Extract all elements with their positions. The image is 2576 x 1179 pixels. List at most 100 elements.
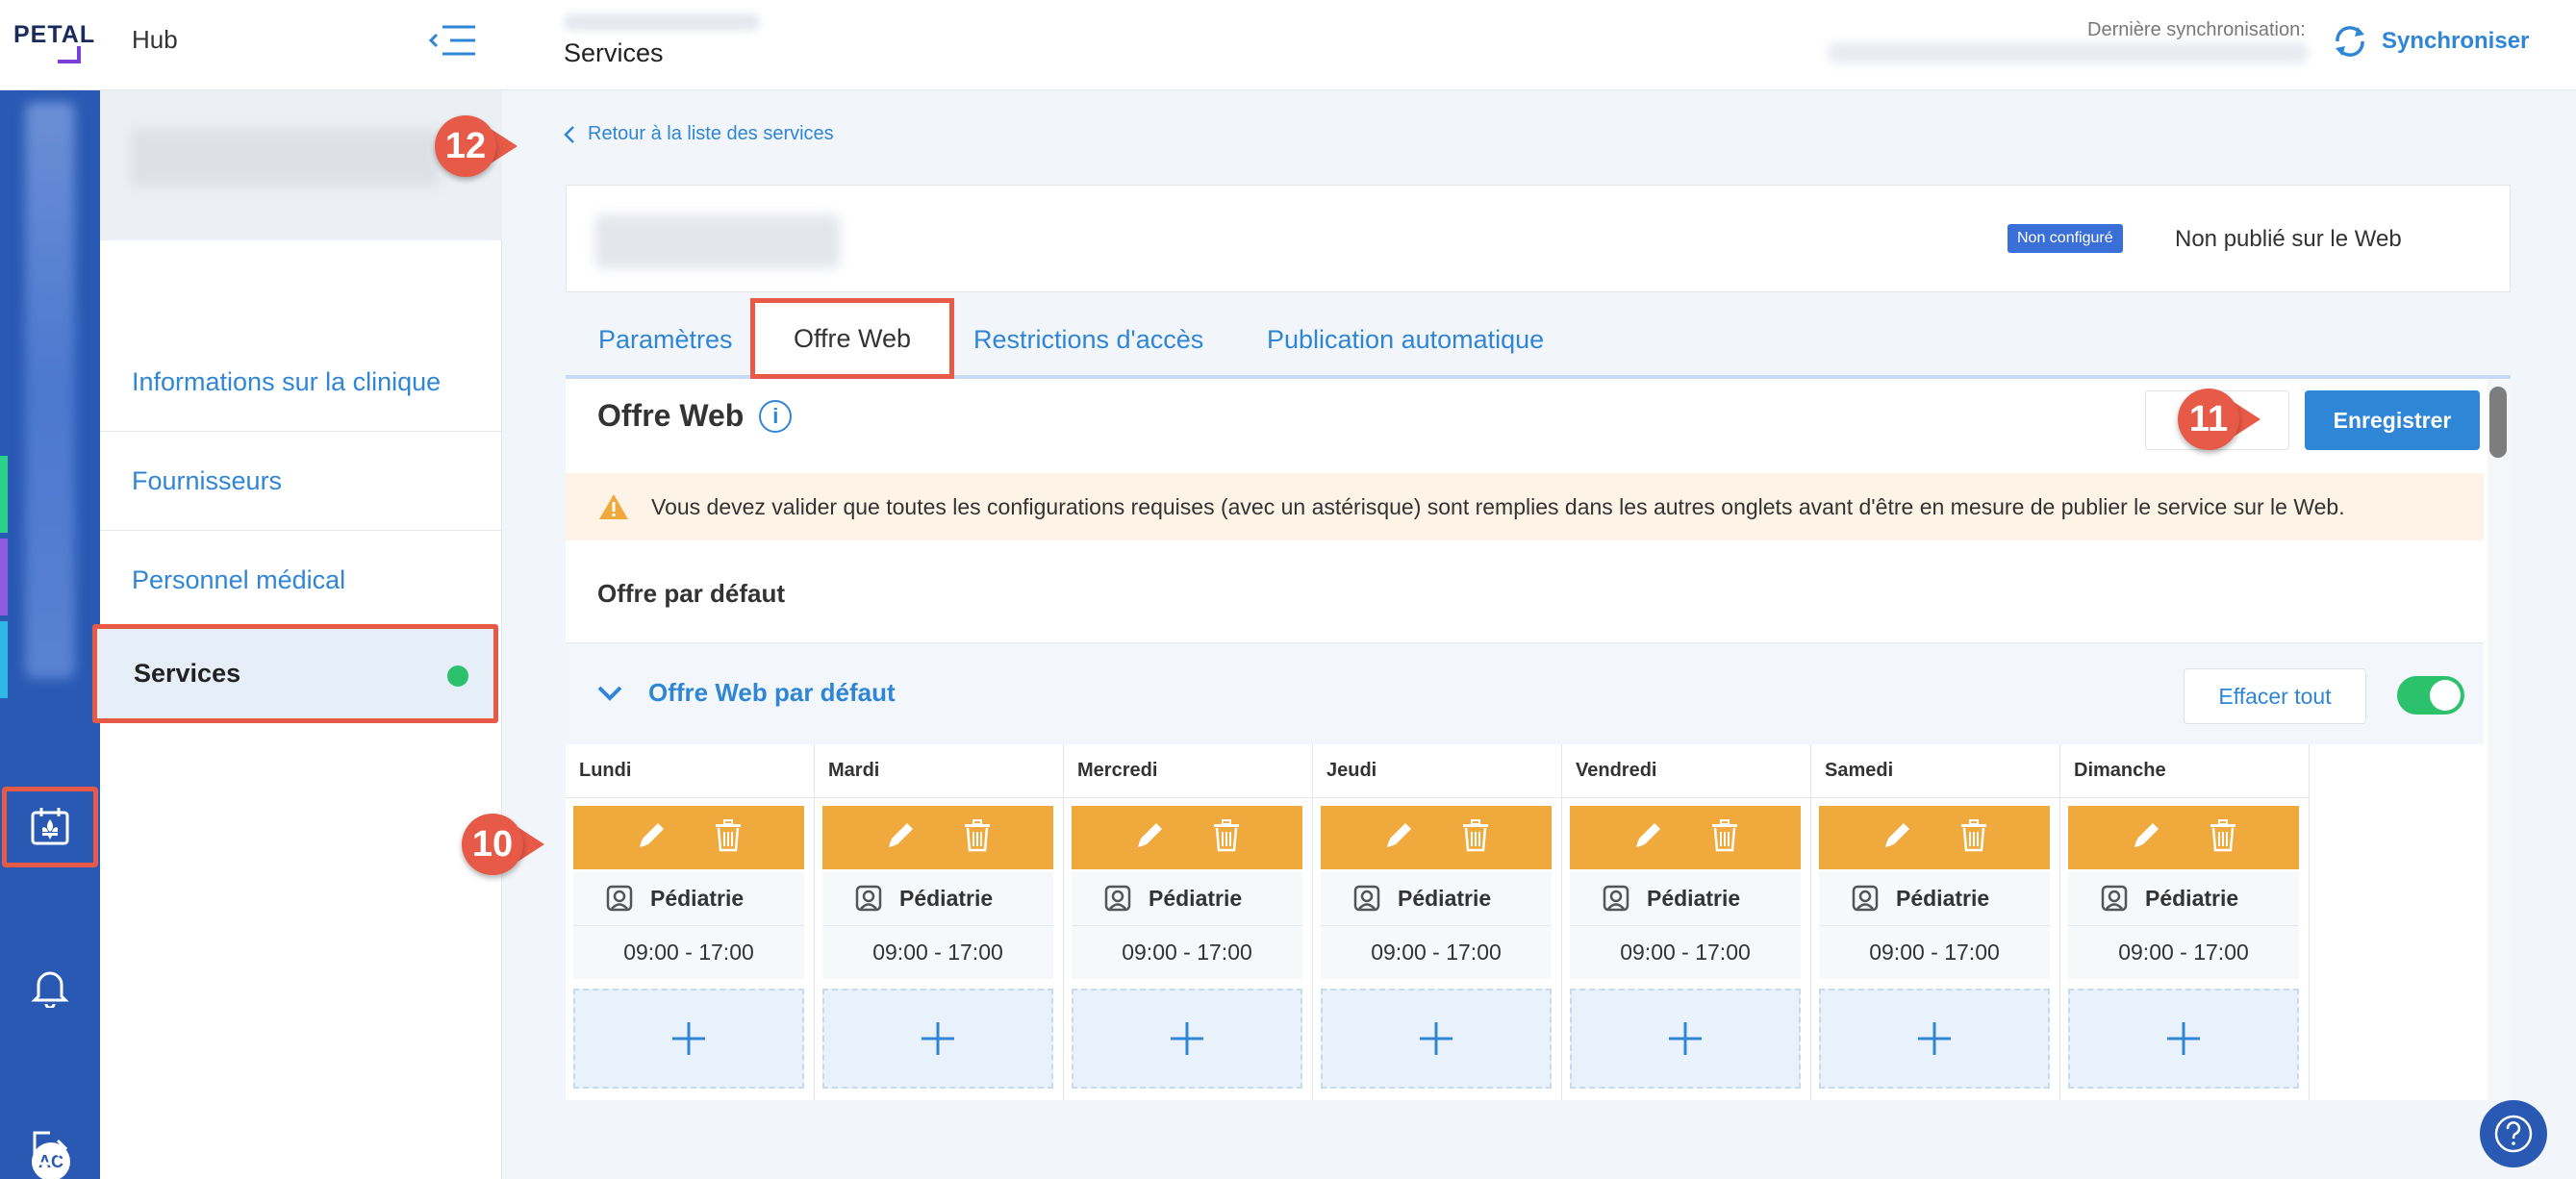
redacted-rail-icons bbox=[25, 102, 75, 679]
icon-rail: AC bbox=[0, 90, 100, 1179]
trash-icon bbox=[1712, 818, 1737, 851]
callout-number: 10 bbox=[462, 814, 523, 875]
warning-banner: Vous devez valider que toutes les config… bbox=[566, 473, 2484, 540]
sidebar-item-medical-staff[interactable]: Personnel médical bbox=[100, 531, 502, 630]
scrollbar-track[interactable] bbox=[2488, 379, 2511, 1100]
panel-title-text: Offre Web bbox=[597, 398, 745, 433]
add-slot-button[interactable] bbox=[1570, 989, 1801, 1089]
edit-slot-button[interactable] bbox=[1382, 819, 1415, 857]
back-link-label: Retour à la liste des services bbox=[588, 123, 834, 144]
clear-all-button[interactable]: Effacer tout bbox=[2184, 668, 2366, 724]
add-slot-button[interactable] bbox=[1321, 989, 1552, 1089]
delete-slot-button[interactable] bbox=[1212, 818, 1241, 857]
day-column: Mardi Pédiatrie 09:00 - 17:00 bbox=[815, 744, 1064, 1100]
callout-10: 10 bbox=[462, 814, 544, 875]
tab-offre-web[interactable]: Offre Web bbox=[750, 298, 954, 379]
slot-service-label: Pédiatrie bbox=[1149, 885, 1243, 911]
slot-actions bbox=[2068, 806, 2299, 869]
day-header: Mardi bbox=[815, 744, 1064, 798]
edit-slot-button[interactable] bbox=[635, 819, 668, 857]
help-button[interactable] bbox=[2480, 1100, 2547, 1167]
petal-logo[interactable]: PETAL bbox=[13, 21, 94, 63]
slot-time: 09:00 - 17:00 bbox=[1570, 925, 1801, 979]
delete-slot-button[interactable] bbox=[1959, 818, 1988, 857]
rail-item-services[interactable] bbox=[2, 787, 98, 867]
add-slot-button[interactable] bbox=[1072, 989, 1302, 1089]
day-column: Samedi Pédiatrie 09:00 - 17:00 bbox=[1811, 744, 2060, 1100]
edit-slot-button[interactable] bbox=[1133, 819, 1166, 857]
slot-actions bbox=[1570, 806, 1801, 869]
add-slot-button[interactable] bbox=[573, 989, 804, 1089]
plus-icon bbox=[1420, 1022, 1452, 1055]
weekly-schedule: Lundi Pédiatrie 09:00 - 17:00 Mardi Pédiatri… bbox=[566, 744, 2484, 1100]
day-column: Vendredi Pédiatrie 09:00 - 17:00 bbox=[1562, 744, 1811, 1100]
toggle-knob bbox=[2430, 680, 2461, 711]
delete-slot-button[interactable] bbox=[1710, 818, 1739, 857]
logout-button-icon-wrap[interactable] bbox=[29, 1127, 71, 1169]
sync-label: Dernière synchronisation: bbox=[2087, 19, 2306, 40]
plus-icon bbox=[1171, 1022, 1203, 1055]
day-column: Dimanche Pédiatrie 09:00 - 17:00 bbox=[2060, 744, 2310, 1100]
slot-service-label: Pédiatrie bbox=[650, 885, 745, 911]
bell-icon bbox=[31, 971, 69, 1008]
notifications-button[interactable] bbox=[29, 966, 71, 1008]
save-button[interactable]: Enregistrer bbox=[2305, 390, 2480, 450]
edit-slot-button[interactable] bbox=[1881, 819, 1913, 857]
plus-icon bbox=[1918, 1022, 1951, 1055]
day-column: Mercredi Pédiatrie 09:00 - 17:00 bbox=[1064, 744, 1313, 1100]
slot-time: 09:00 - 17:00 bbox=[2068, 925, 2299, 979]
sidebar-item-services[interactable]: Services bbox=[92, 624, 498, 723]
redacted-clinic-name bbox=[564, 13, 760, 31]
menu-collapse-button[interactable] bbox=[425, 19, 479, 62]
sync-button[interactable]: Synchroniser bbox=[2330, 17, 2529, 65]
warning-icon bbox=[599, 494, 628, 519]
day-header: Samedi bbox=[1811, 744, 2060, 798]
slot-time: 09:00 - 17:00 bbox=[1819, 925, 2050, 979]
edit-slot-button[interactable] bbox=[884, 819, 917, 857]
delete-slot-button[interactable] bbox=[963, 818, 992, 857]
slot-service-type: Pédiatrie bbox=[1321, 871, 1552, 925]
offer-section-toggle[interactable]: Offre Web par défaut bbox=[596, 678, 896, 708]
day-column: Jeudi Pédiatrie 09:00 - 17:00 bbox=[1313, 744, 1562, 1100]
service-type-icon bbox=[1104, 885, 1131, 912]
add-slot-button[interactable] bbox=[2068, 989, 2299, 1089]
back-link[interactable]: Retour à la liste des services bbox=[563, 123, 834, 145]
default-offer-label: Offre par défaut bbox=[597, 579, 786, 608]
chevron-left-icon bbox=[564, 125, 574, 143]
add-slot-button[interactable] bbox=[822, 989, 1053, 1089]
delete-slot-button[interactable] bbox=[1461, 818, 1490, 857]
slot-actions bbox=[1321, 806, 1552, 869]
sidebar-item-clinic-info[interactable]: Informations sur la clinique bbox=[100, 333, 502, 432]
tab-restrictions[interactable]: Restrictions d'accès bbox=[973, 325, 1203, 355]
logo-mark bbox=[58, 46, 81, 63]
edit-slot-button[interactable] bbox=[2130, 819, 2162, 857]
publish-status: Non publié sur le Web bbox=[2175, 226, 2402, 252]
redacted-service-name bbox=[595, 214, 840, 268]
redacted-sync-time bbox=[1828, 42, 2309, 63]
info-icon[interactable]: i bbox=[759, 399, 793, 433]
rail-accent-cyan bbox=[0, 621, 8, 698]
tab-publication[interactable]: Publication automatique bbox=[1267, 325, 1544, 355]
logo-text: PETAL bbox=[13, 21, 96, 48]
pencil-icon bbox=[1885, 822, 1909, 847]
delete-slot-button[interactable] bbox=[714, 818, 743, 857]
scrollbar-thumb[interactable] bbox=[2489, 387, 2507, 458]
slot-actions bbox=[822, 806, 1053, 869]
edit-slot-button[interactable] bbox=[1631, 819, 1664, 857]
slot-service-label: Pédiatrie bbox=[1398, 885, 1492, 911]
status-badge: Non configuré bbox=[2008, 224, 2123, 253]
service-type-icon bbox=[855, 885, 882, 912]
offer-toggle[interactable] bbox=[2397, 676, 2464, 715]
add-slot-button[interactable] bbox=[1819, 989, 2050, 1089]
service-header-card: Non configuré Non publié sur le Web bbox=[566, 185, 2511, 292]
callout-number: 12 bbox=[435, 115, 496, 177]
status-dot bbox=[447, 665, 468, 687]
slot-service-type: Pédiatrie bbox=[1819, 871, 2050, 925]
day-header: Jeudi bbox=[1313, 744, 1562, 798]
slot-service-type: Pédiatrie bbox=[1570, 871, 1801, 925]
plus-icon bbox=[2167, 1022, 2200, 1055]
pencil-icon bbox=[1636, 822, 1660, 847]
tab-parametres[interactable]: Paramètres bbox=[598, 325, 733, 355]
sidebar-item-suppliers[interactable]: Fournisseurs bbox=[100, 432, 502, 531]
delete-slot-button[interactable] bbox=[2209, 818, 2237, 857]
